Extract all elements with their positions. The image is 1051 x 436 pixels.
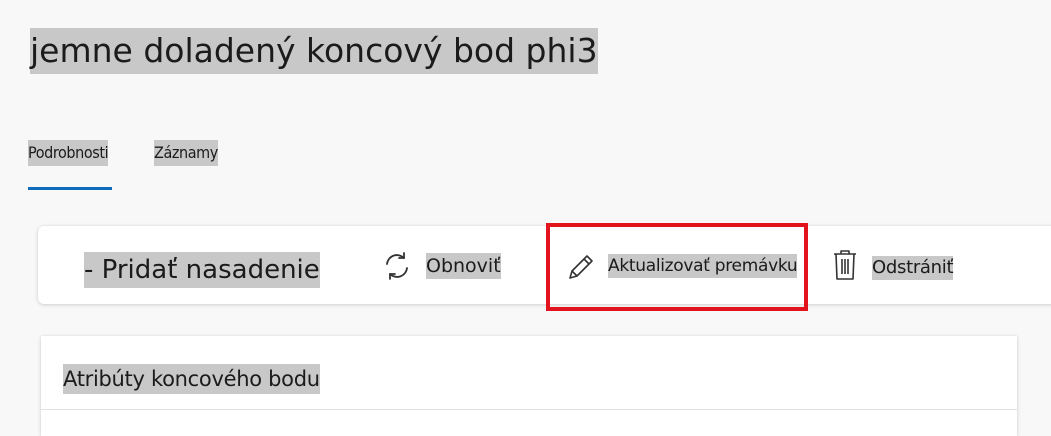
active-tab-indicator: [28, 187, 112, 190]
tab-details[interactable]: Podrobnosti: [28, 140, 109, 166]
update-traffic-button[interactable]: Aktualizovať premávku: [566, 250, 798, 282]
command-toolbar: - Pridať nasadenie Obnoviť Aktualizovať …: [38, 226, 1051, 304]
refresh-icon: [382, 250, 412, 282]
add-deployment-label: - Pridať nasadenie: [84, 252, 320, 288]
page-title: jemne doladený koncový bod phi3: [30, 28, 598, 74]
refresh-button[interactable]: Obnoviť: [382, 250, 501, 282]
delete-label: Odstrániť: [872, 256, 954, 280]
delete-button[interactable]: Odstrániť: [832, 248, 954, 282]
endpoint-attributes-card: Atribúty koncového bodu: [41, 336, 1017, 436]
card-divider: [41, 409, 1017, 410]
update-traffic-label: Aktualizovať premávku: [608, 254, 798, 278]
refresh-label: Obnoviť: [426, 253, 501, 279]
pencil-icon: [566, 250, 596, 282]
add-deployment-button[interactable]: - Pridať nasadenie: [84, 252, 320, 288]
card-title: Atribúty koncového bodu: [63, 364, 320, 394]
trash-icon: [832, 248, 858, 282]
tab-records[interactable]: Záznamy: [154, 140, 218, 166]
